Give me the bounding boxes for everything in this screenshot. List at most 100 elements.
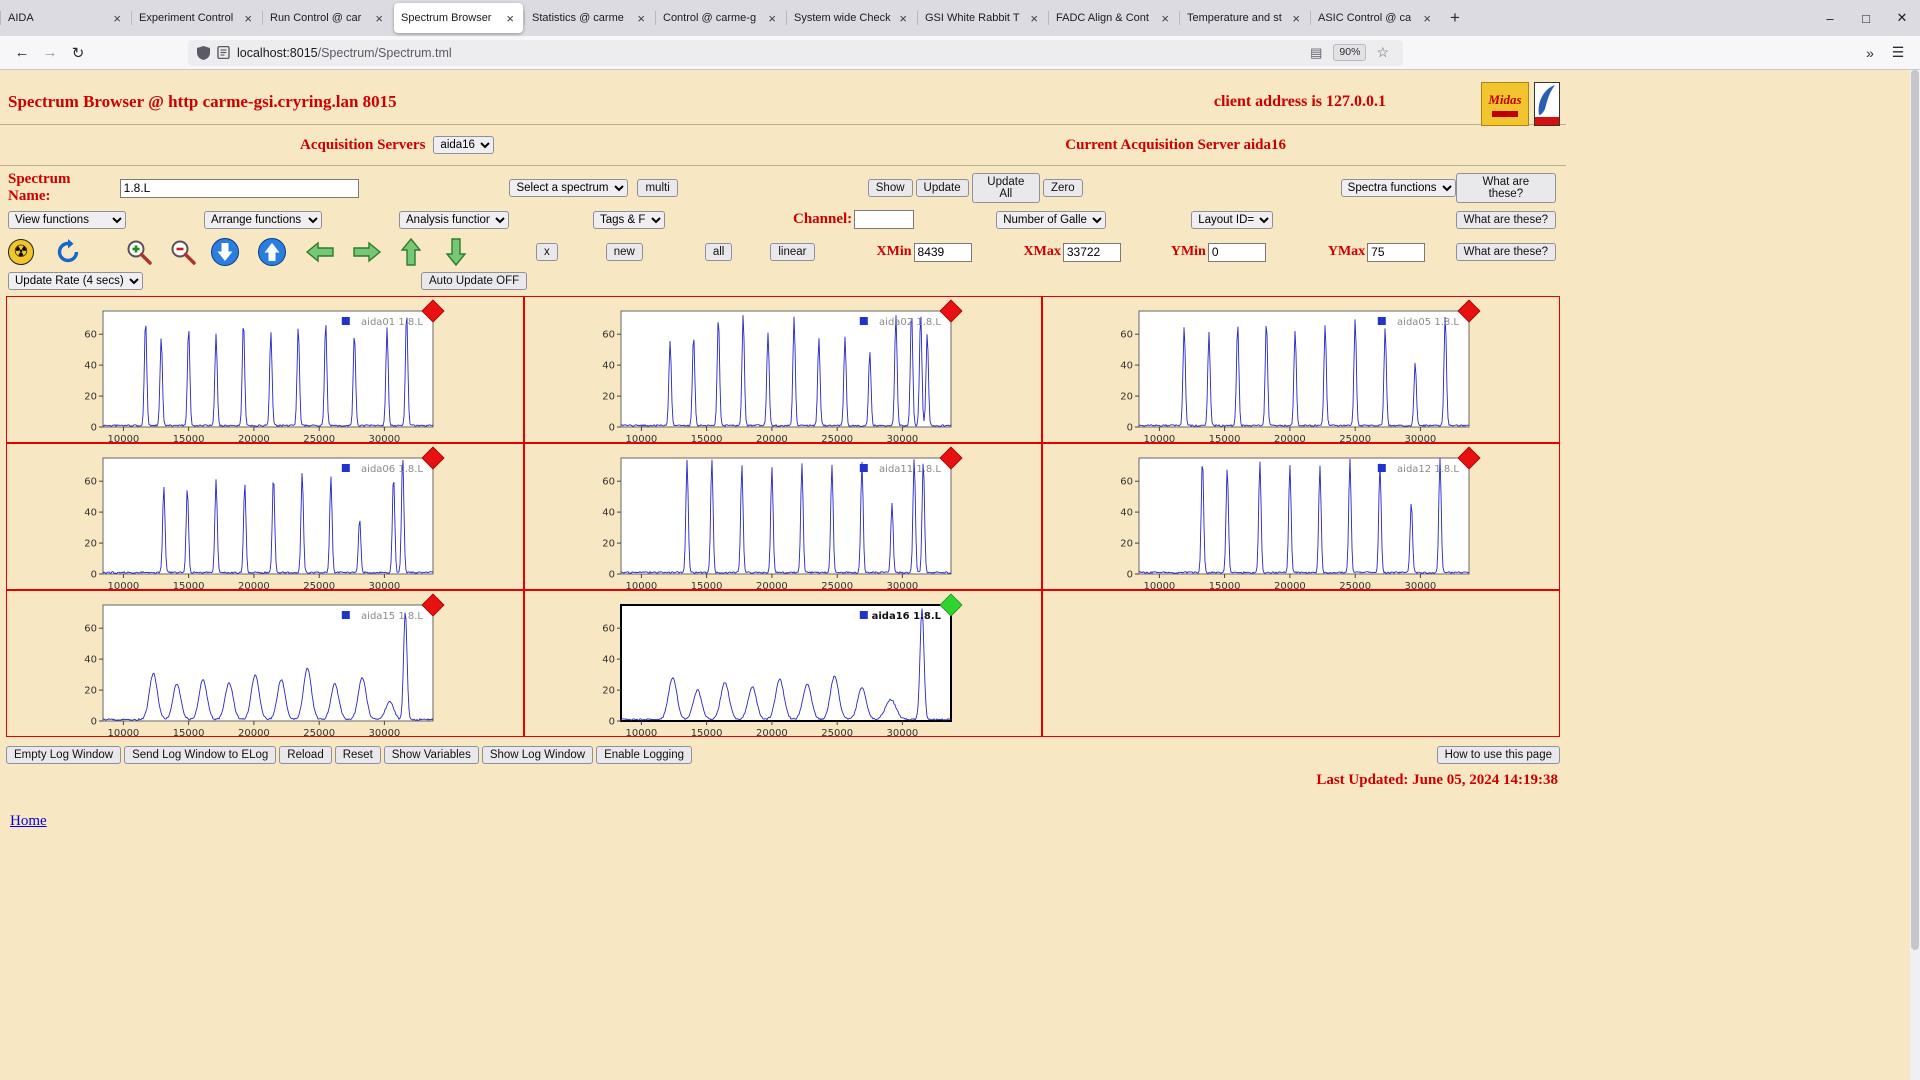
browser-tab[interactable]: System wide Check × [786,3,916,33]
acquisition-server-select[interactable]: aida16 [433,136,495,154]
minimize-button[interactable]: – [1812,0,1848,36]
gallery-cell-aida01[interactable]: 10000 15000 20000 25000 30000 0 20 40 60 aida01 1… [6,296,524,445]
all-button[interactable]: all [704,243,733,261]
zoom-out-button[interactable] [168,237,198,267]
zero-button[interactable]: Zero [1043,179,1083,197]
gallery-cell-aida05[interactable]: 10000 15000 20000 25000 30000 0 20 40 60 aida05 1… [1042,296,1560,445]
ymin-input[interactable] [1207,242,1266,262]
tab-close-icon[interactable]: × [111,11,123,26]
scale-up-button[interactable] [399,237,423,267]
linear-button[interactable]: linear [770,243,815,261]
channel-input[interactable] [854,210,915,229]
tab-close-icon[interactable]: × [635,11,647,26]
xmin-input[interactable] [913,242,972,262]
update-all-button[interactable]: Update All [971,173,1041,203]
spectrum-plot[interactable]: 10000 15000 20000 25000 30000 0 20 40 60 aida15 1… [63,591,507,739]
browser-tab[interactable]: FADC Align & Cont × [1048,3,1178,33]
zoom-in-button[interactable] [124,237,154,267]
overflow-chevron-icon[interactable]: » [1856,40,1884,66]
gallery-cell-aida06[interactable]: 10000 15000 20000 25000 30000 0 20 40 60 aida06 1… [6,443,524,592]
update-rate-dropdown[interactable]: Update Rate (4 secs) [8,272,143,290]
x-axis-button[interactable]: x [536,243,558,261]
y-compress-button[interactable] [210,237,240,267]
browser-tab[interactable]: ASIC Control @ ca × [1310,3,1440,33]
gallery-cell-aida15[interactable]: 10000 15000 20000 25000 30000 0 20 40 60 aida15 1… [6,590,524,739]
browser-tab[interactable]: AIDA × [0,3,130,33]
spectrum-plot[interactable]: 10000 15000 20000 25000 300000204060aida12 1… [1099,444,1543,592]
browser-tab[interactable]: GSI White Rabbit T × [917,3,1047,33]
multi-button[interactable]: multi [637,179,678,197]
footer-button-show-variables[interactable]: Show Variables [383,746,479,764]
maximize-button[interactable]: □ [1848,0,1884,36]
spectrum-plot[interactable]: 10000 15000 20000 25000 300000204060aida02 1… [581,297,1025,445]
new-tab-button[interactable]: + [1441,4,1469,32]
browser-tab[interactable]: Statistics @ carme × [524,3,654,33]
tags-fits-dropdown[interactable]: Tags & Fits [593,210,665,229]
close-window-button[interactable]: ✕ [1884,0,1920,36]
reload-button[interactable]: ↻ [64,40,92,66]
spectrum-name-input[interactable] [119,178,360,198]
how-to-use-button[interactable]: How to use this page [1436,746,1560,764]
xmax-input[interactable] [1062,242,1121,262]
update-button[interactable]: Update [915,179,969,197]
browser-tab[interactable]: Control @ carme-g × [655,3,785,33]
home-link[interactable]: Home [10,813,47,830]
footer-button-reset[interactable]: Reset [334,746,381,764]
footer-button-show-log-window[interactable]: Show Log Window [481,746,594,764]
layout-id-dropdown[interactable]: Layout ID=3 [1191,210,1274,229]
footer-button-reload[interactable]: Reload [279,746,332,764]
browser-tab[interactable]: Run Control @ car × [262,3,392,33]
back-button[interactable]: ← [8,40,36,66]
menu-hamburger-icon[interactable]: ☰ [1884,40,1912,66]
bookmark-star-icon[interactable]: ☆ [1376,44,1389,61]
pan-left-button[interactable] [305,240,335,264]
ymax-input[interactable] [1367,242,1426,262]
scrollbar-thumb[interactable] [1911,70,1919,950]
browser-tab[interactable]: Spectrum Browser × [394,3,523,33]
forward-button[interactable]: → [36,40,64,66]
tab-close-icon[interactable]: × [373,11,385,26]
footer-button-empty-log-window[interactable]: Empty Log Window [6,746,122,764]
spectrum-plot[interactable]: 10000 15000 20000 25000 300000204060aida11 1… [581,444,1025,592]
gallery-cell-aida12[interactable]: 10000 15000 20000 25000 30000 0 20 40 60 aida12 1… [1042,443,1560,592]
tab-close-icon[interactable]: × [897,11,909,26]
reader-mode-icon[interactable]: ▤ [1310,45,1322,61]
tab-close-icon[interactable]: × [1159,11,1171,26]
gallery-cell-aida02[interactable]: 10000 15000 20000 25000 30000 0 20 40 60 aida02 1… [524,296,1042,445]
analysis-functions-dropdown[interactable]: Analysis functions [399,210,509,229]
tab-close-icon[interactable]: × [766,11,778,26]
spectra-functions-dropdown[interactable]: Spectra functions [1340,179,1456,197]
what-are-these-button-1[interactable]: What are these? [1455,173,1556,203]
spectrum-plot[interactable]: 10000 15000 20000 25000 300000204060aida06 1… [63,444,507,592]
gallery-cell-aida11[interactable]: 10000 15000 20000 25000 30000 0 20 40 60 aida11 1… [524,443,1042,592]
tab-close-icon[interactable]: × [242,11,254,26]
gallery-cell-aida16[interactable]: 10000 15000 20000 25000 30000 0 20 40 60 aida16 1… [524,590,1042,739]
address-bar[interactable]: localhost:8015/Spectrum/Spectrum.tml ▤ 9… [188,39,1403,66]
spectrum-plot[interactable]: 10000 15000 20000 25000 30000 0 20 40 60 aida16 1… [581,591,1025,739]
select-spectrum-dropdown[interactable]: Select a spectrum [509,179,629,197]
arrange-functions-dropdown[interactable]: Arrange functions [204,210,322,229]
page-scrollbar[interactable] [1910,70,1920,1080]
refresh-button[interactable] [54,238,82,266]
footer-button-send-log-window-to-elog[interactable]: Send Log Window to ELog [124,746,277,764]
pan-right-button[interactable] [352,240,382,264]
scale-down-button[interactable] [444,237,468,267]
show-button[interactable]: Show [867,179,913,197]
tab-close-icon[interactable]: × [1290,11,1302,26]
footer-button-enable-logging[interactable]: Enable Logging [596,746,693,764]
view-functions-dropdown[interactable]: View functions [8,210,126,229]
what-are-these-button-3[interactable]: What are these? [1455,243,1556,261]
site-info-icon[interactable] [217,46,230,59]
tab-close-icon[interactable]: × [504,11,516,26]
zoom-level-badge[interactable]: 90% [1333,44,1367,61]
tab-close-icon[interactable]: × [1421,11,1433,26]
spectrum-plot[interactable]: 10000 15000 20000 25000 300000204060aida01 1… [63,297,507,445]
browser-tab[interactable]: Experiment Control × [131,3,261,33]
auto-update-button[interactable]: Auto Update OFF [421,272,528,290]
new-button[interactable]: new [605,243,643,261]
spectrum-plot[interactable]: 10000 15000 20000 25000 300000204060aida05 1… [1099,297,1543,445]
y-expand-button[interactable] [257,237,287,267]
number-of-galleries-dropdown[interactable]: Number of Galleries [996,210,1107,229]
radiation-button[interactable]: ☢ [8,239,34,265]
browser-tab[interactable]: Temperature and st × [1179,3,1309,33]
